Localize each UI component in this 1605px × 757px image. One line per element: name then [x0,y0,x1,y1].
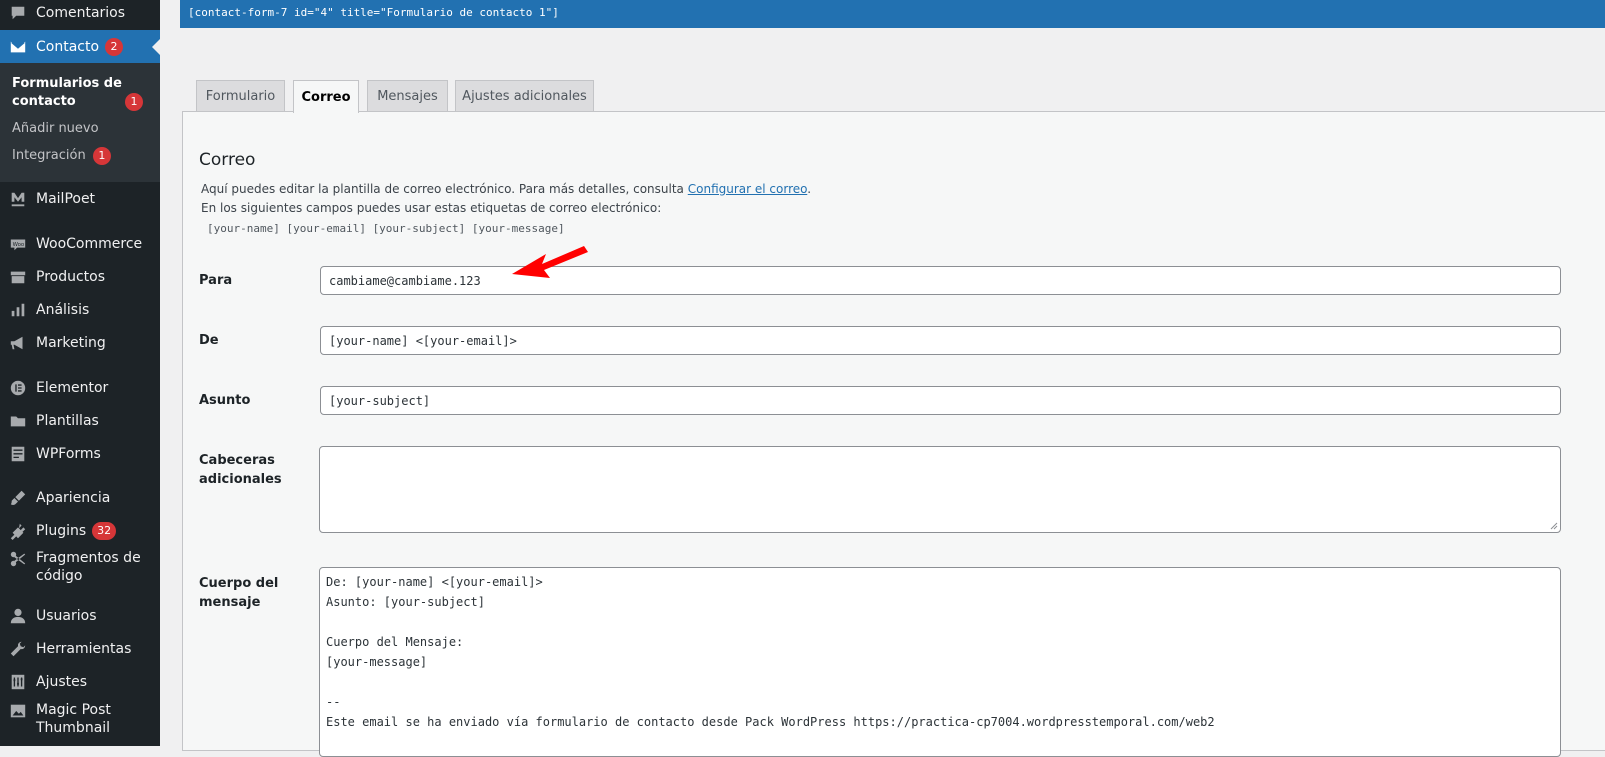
menu-item-contacto[interactable]: Contacto 2 [0,30,160,64]
scissors-icon [8,549,28,569]
menu-label: Ajustes [36,674,88,690]
submenu-label: Añadir nuevo [12,121,99,136]
submenu-label: Integración [12,148,86,163]
paintbrush-icon [8,488,28,508]
body-line: Cuerpo del Mensaje: [326,635,464,649]
form-icon [8,444,28,464]
resize-grip-icon[interactable] [1548,520,1558,530]
body-label-line-1: Cuerpo del [199,576,279,591]
submenu-formularios[interactable]: Formularios de contacto 1 [12,75,143,111]
menu-label: Análisis [36,302,90,318]
panel-title: Correo [199,150,256,170]
menu-label: Fragmentos de código [36,550,141,584]
menu-item-productos[interactable]: Productos [0,260,160,294]
folder-icon [8,411,28,431]
body-label-line-2: mensaje [199,595,261,610]
menu-item-mailpoet[interactable]: MailPoet [0,182,160,216]
menu-item-elementor[interactable]: Elementor [0,371,160,405]
menu-item-magic-post-thumbnail[interactable]: Magic Post Thumbnail [0,699,160,739]
tab-ajustes-adicionales[interactable]: Ajustes adicionales [455,80,594,112]
submenu-anadir-nuevo[interactable]: Añadir nuevo [12,120,99,138]
menu-item-comentarios[interactable]: Comentarios [0,0,160,30]
plugin-icon [8,521,28,541]
to-field[interactable]: cambiame@cambiame.123 [320,266,1561,295]
headers-textarea[interactable] [319,446,1561,533]
headers-label: Cabeceras adicionales [199,451,282,489]
help-text-body: Aquí puedes editar la plantilla de corre… [201,182,684,196]
body-line: De: [your-name] <[your-email]> [326,575,543,589]
body-label: Cuerpo del mensaje [199,574,278,612]
comment-icon [8,3,28,23]
menu-label: Plantillas [36,413,99,429]
tags-intro: En los siguientes campos puedes usar est… [201,201,662,215]
body-line: -- [326,695,341,709]
from-field[interactable]: [your-name] <[your-email]> [320,326,1561,355]
to-label: Para [199,273,233,288]
menu-item-usuarios[interactable]: Usuarios [0,599,160,633]
menu-item-ajustes[interactable]: Ajustes [0,665,160,699]
menu-item-analisis[interactable]: Análisis [0,293,160,327]
active-arrow [152,39,160,55]
settings-icon [8,672,28,692]
tab-mensajes[interactable]: Mensajes [367,80,448,112]
tab-formulario[interactable]: Formulario [196,80,285,112]
configure-mail-link[interactable]: Configurar el correo [688,182,808,196]
from-label: De [199,333,219,348]
archive-icon [8,267,28,287]
megaphone-icon [8,333,28,353]
headers-label-line-1: Cabeceras [199,453,275,468]
image-icon [8,701,28,721]
menu-label: Magic Post Thumbnail [36,702,111,736]
red-arrow-annotation-icon [512,246,588,278]
menu-item-plugins[interactable]: Plugins 32 [0,514,160,548]
menu-label: Elementor [36,380,109,396]
help-text: Aquí puedes editar la plantilla de corre… [201,182,811,196]
menu-label: Herramientas [36,641,132,657]
tab-correo[interactable]: Correo [293,80,359,113]
update-badge: 2 [105,38,124,56]
body-textarea[interactable]: De: [your-name] <[your-email]> Asunto: [… [319,567,1561,757]
body-line: Este email se ha enviado vía formulario … [326,715,1215,729]
headers-label-line-2: adicionales [199,472,282,487]
svg-text:Woo: Woo [13,242,25,248]
contacto-submenu: Formularios de contacto 1 Añadir nuevo In… [0,63,160,182]
menu-label: MailPoet [36,191,96,207]
mailpoet-icon [8,189,28,209]
menu-label: WooCommerce [36,236,143,252]
mail-tags: [your-name] [your-email] [your-subject] … [207,222,565,235]
menu-item-herramientas[interactable]: Herramientas [0,632,160,666]
body-line: [your-message] [326,655,428,669]
menu-label: Apariencia [36,490,111,506]
user-icon [8,606,28,626]
bar-chart-icon [8,300,28,320]
menu-item-apariencia[interactable]: Apariencia [0,481,160,515]
shortcode-bar[interactable]: [contact-form-7 id="4" title="Formulario… [180,0,1605,28]
menu-label: Contacto [36,39,100,55]
menu-label: Productos [36,269,106,285]
admin-sidebar: Comentarios Contacto 2 Formularios de co… [0,0,160,746]
update-badge: 1 [125,93,143,111]
mail-icon [8,37,28,57]
menu-item-marketing[interactable]: Marketing [0,326,160,360]
menu-label: Plugins [36,523,87,539]
submenu-integracion[interactable]: Integración 1 [12,147,111,165]
menu-label: Marketing [36,335,106,351]
subject-field[interactable]: [your-subject] [320,386,1561,415]
elementor-icon [8,378,28,398]
menu-item-fragmentos[interactable]: Fragmentos de código [0,547,160,587]
update-badge: 32 [92,522,117,540]
menu-item-wpforms[interactable]: WPForms [0,437,160,471]
wrench-icon [8,639,28,659]
menu-label: WPForms [36,446,101,462]
menu-item-woocommerce[interactable]: Woo WooCommerce [0,227,160,261]
woo-icon: Woo [8,234,28,254]
help-suffix: . [807,182,812,196]
subject-label: Asunto [199,393,251,408]
submenu-label: Formularios de contacto [12,76,122,109]
update-badge: 1 [92,147,111,165]
menu-label: Comentarios [36,5,126,21]
body-line: Asunto: [your-subject] [326,595,485,609]
menu-label: Usuarios [36,608,97,624]
menu-item-plantillas[interactable]: Plantillas [0,404,160,438]
